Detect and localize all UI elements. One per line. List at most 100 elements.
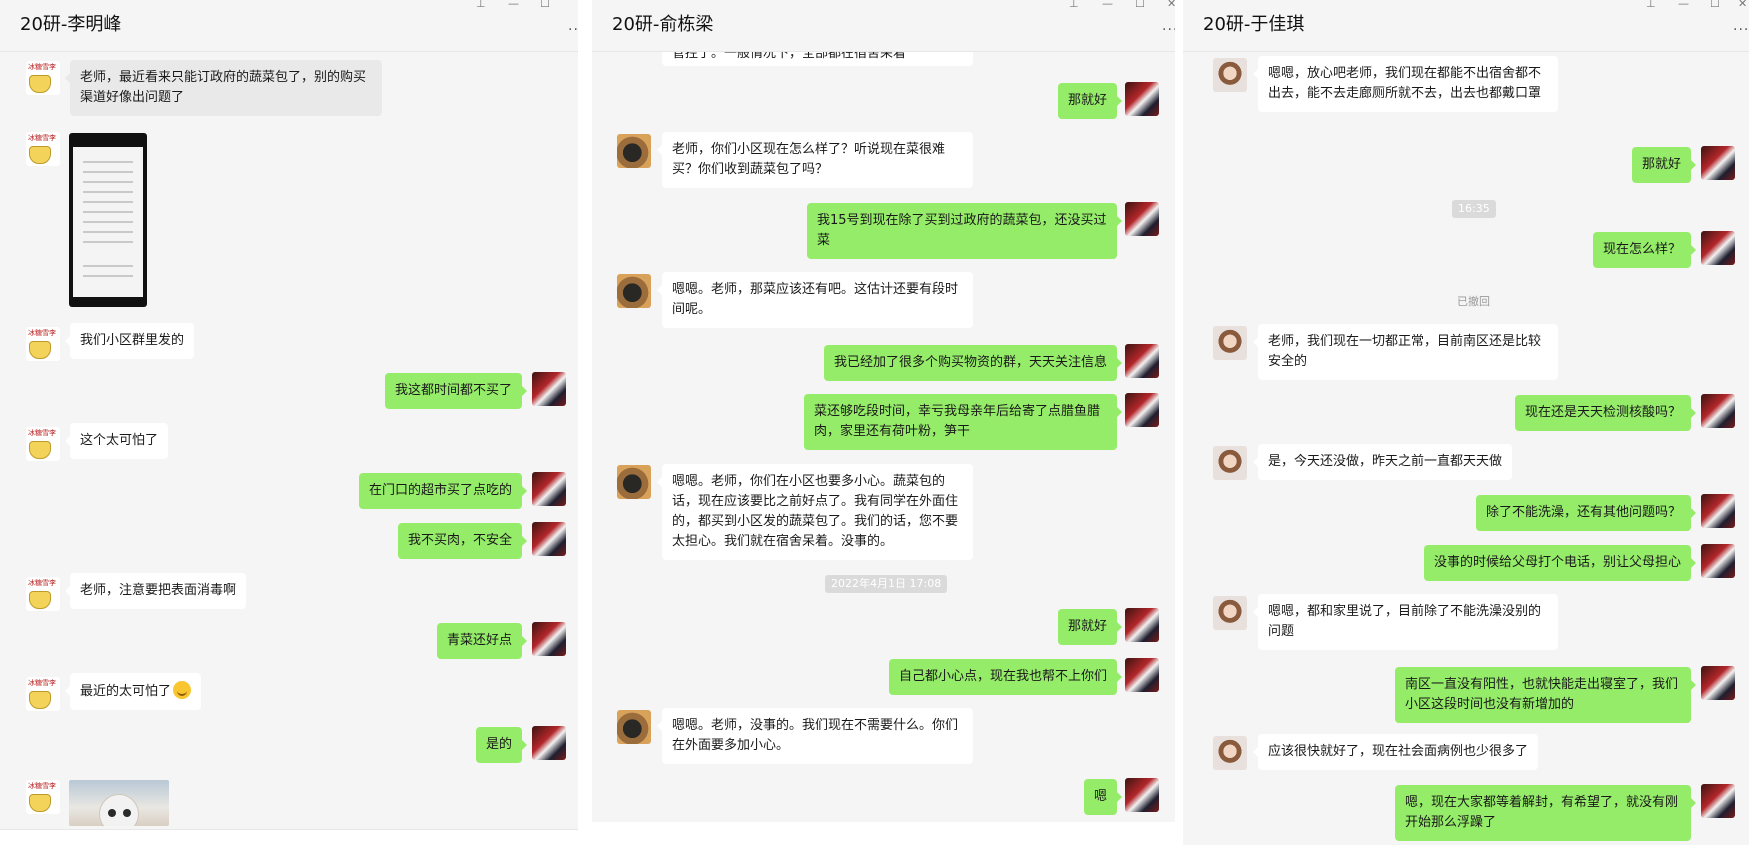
contact-avatar[interactable]: 冰糖雪李 xyxy=(26,61,60,95)
chat-title: 20研-俞栋梁 xyxy=(612,14,714,35)
my-avatar[interactable] xyxy=(1125,82,1159,116)
message-bubble-outgoing[interactable]: 除了不能洗澡，还有其他问题吗？ xyxy=(1475,495,1697,531)
message-bubble-incoming[interactable]: 老师，我们现在一切都正常，目前南区还是比较安全的 xyxy=(1253,324,1558,380)
message-bubble-outgoing[interactable]: 嗯 xyxy=(1083,779,1123,815)
more-icon[interactable]: ... xyxy=(1733,18,1749,34)
contact-avatar[interactable] xyxy=(1213,326,1247,360)
message-bubble-incoming[interactable]: 老师，注意要把表面消毒啊 xyxy=(64,573,247,609)
contact-avatar[interactable]: 冰糖雪李 xyxy=(26,780,60,814)
contact-avatar[interactable] xyxy=(1213,736,1247,770)
message-bubble-incoming[interactable]: 老师，最近看来只能订政府的蔬菜包了，别的购买渠道好像出问题了 xyxy=(65,60,382,116)
message-bubble-incoming[interactable]: 我们小区群里发的 xyxy=(64,323,195,359)
chat-title: 20研-李明峰 xyxy=(20,14,122,35)
timestamp: 2022年4月1日 17:08 xyxy=(825,575,948,593)
contact-avatar[interactable] xyxy=(617,274,651,308)
recalled-notice: 已撤回 xyxy=(1457,295,1490,308)
my-avatar[interactable] xyxy=(1701,494,1735,528)
message-bubble-outgoing[interactable]: 在门口的超市买了点吃的 xyxy=(358,473,528,509)
contact-avatar[interactable]: 冰糖雪李 xyxy=(26,677,60,711)
my-avatar[interactable] xyxy=(1701,394,1735,428)
pin-icon[interactable]: ⊥ xyxy=(476,0,486,10)
contact-avatar[interactable] xyxy=(617,710,651,744)
contact-avatar[interactable] xyxy=(1213,446,1247,480)
contact-avatar[interactable] xyxy=(617,134,651,168)
my-avatar[interactable] xyxy=(532,726,566,760)
message-bubble-incoming[interactable]: 应该很快就好了，现在社会面病例也少很多了 xyxy=(1252,734,1539,770)
pin-icon[interactable]: ⊥ xyxy=(1069,0,1079,10)
my-avatar[interactable] xyxy=(1701,231,1735,265)
my-avatar[interactable] xyxy=(1701,784,1735,818)
my-avatar[interactable] xyxy=(532,472,566,506)
message-text: 最近的太可怕了 xyxy=(80,684,172,699)
message-bubble-outgoing[interactable]: 我不买肉，不安全 xyxy=(397,523,528,559)
close-icon[interactable]: ✕ xyxy=(1738,0,1747,10)
chat-window-yudongliang: 20研-俞栋梁 ⊥ — ☐ ✕ ... 管控了。一般情况下，全部都在宿舍呆着 那… xyxy=(592,0,1175,822)
message-bubble-outgoing[interactable]: 自己都小心点，现在我也帮不上你们 xyxy=(888,659,1123,695)
close-icon[interactable]: ✕ xyxy=(1167,0,1175,10)
contact-avatar[interactable]: 冰糖雪李 xyxy=(26,577,60,611)
message-bubble-outgoing[interactable]: 那就好 xyxy=(1057,609,1123,645)
message-bubble-outgoing[interactable]: 青菜还好点 xyxy=(436,623,528,659)
message-bubble-outgoing[interactable]: 没事的时候给父母打个电话，别让父母担心 xyxy=(1423,545,1697,581)
chat-header: 20研-于佳琪 ⊥ — ☐ ✕ ... xyxy=(1183,0,1749,52)
message-bubble-incoming[interactable]: 嗯嗯，都和家里说了，目前除了不能洗澡没别的问题 xyxy=(1253,594,1558,650)
message-bubble-outgoing[interactable]: 嗯，现在大家都等着解封，有希望了，就没有刚开始那么浮躁了 xyxy=(1395,785,1696,841)
my-avatar[interactable] xyxy=(1701,544,1735,578)
message-bubble-incoming[interactable]: 嗯嗯，放心吧老师，我们现在都能不出宿舍都不出去，能不去走廊厕所就不去，出去也都戴… xyxy=(1253,56,1558,112)
maximize-icon[interactable]: ☐ xyxy=(540,0,550,10)
my-avatar[interactable] xyxy=(532,622,566,656)
message-bubble-outgoing[interactable]: 是的 xyxy=(475,727,528,763)
message-bubble-outgoing[interactable]: 我这都时间都不买了 xyxy=(384,373,528,409)
cat-image[interactable] xyxy=(69,780,169,826)
message-bubble-outgoing[interactable]: 现在怎么样？ xyxy=(1592,232,1697,268)
minimize-icon[interactable]: — xyxy=(1678,0,1689,10)
message-bubble-outgoing[interactable]: 菜还够吃段时间，幸亏我母亲年后给寄了点腊鱼腊肉，家里还有荷叶粉，笋干 xyxy=(804,394,1122,450)
maximize-icon[interactable]: ☐ xyxy=(1135,0,1145,10)
timestamp: 16:35 xyxy=(1452,200,1496,218)
message-bubble-outgoing[interactable]: 那就好 xyxy=(1057,83,1123,119)
message-bubble-outgoing[interactable]: 那就好 xyxy=(1631,147,1697,183)
my-avatar[interactable] xyxy=(1125,202,1159,236)
my-avatar[interactable] xyxy=(1701,666,1735,700)
my-avatar[interactable] xyxy=(1701,146,1735,180)
message-bubble-outgoing[interactable]: 南区一直没有阳性，也就快能走出寝室了，我们小区这段时间也没有新增加的 xyxy=(1395,667,1696,723)
message-bubble-incoming[interactable]: 老师，你们小区现在怎么样了？听说现在菜很难买？你们收到蔬菜包了吗？ xyxy=(657,132,973,188)
my-avatar[interactable] xyxy=(1125,608,1159,642)
contact-avatar[interactable] xyxy=(1213,58,1247,92)
message-bubble-outgoing[interactable]: 我已经加了很多个购买物资的群，天天关注信息 xyxy=(823,345,1123,381)
my-avatar[interactable] xyxy=(1125,344,1159,378)
maximize-icon[interactable]: ☐ xyxy=(1710,0,1720,10)
my-avatar[interactable] xyxy=(532,372,566,406)
pin-icon[interactable]: ⊥ xyxy=(1646,0,1656,10)
my-avatar[interactable] xyxy=(1125,658,1159,692)
message-bubble-incoming[interactable]: 嗯嗯。老师，你们在小区也要多小心。蔬菜包的话，现在应该要比之前好点了。我有同学在… xyxy=(657,464,973,560)
my-avatar[interactable] xyxy=(1125,393,1159,427)
message-bubble-outgoing[interactable]: 现在还是天天检测核酸吗？ xyxy=(1514,395,1697,431)
chat-header: 20研-李明峰 ⊥ — ☐ ... xyxy=(0,0,578,52)
chat-window-yujiaqi: 20研-于佳琪 ⊥ — ☐ ✕ ... 嗯嗯，放心吧老师，我们现在都能不出宿舍都… xyxy=(1183,0,1749,845)
message-list[interactable]: 嗯嗯，放心吧老师，我们现在都能不出宿舍都不出去，能不去走廊厕所就不去，出去也都戴… xyxy=(1183,52,1749,845)
my-avatar[interactable] xyxy=(532,522,566,556)
message-bubble-incoming[interactable]: 嗯嗯。老师，那菜应该还有吧。这估计还要有段时间呢。 xyxy=(657,272,973,328)
message-list[interactable]: 管控了。一般情况下，全部都在宿舍呆着 那就好 老师，你们小区现在怎么样了？听说现… xyxy=(592,36,1175,822)
my-avatar[interactable] xyxy=(1125,778,1159,812)
contact-avatar[interactable]: 冰糖雪李 xyxy=(26,132,60,166)
minimize-icon[interactable]: — xyxy=(508,0,519,10)
message-list[interactable]: 冰糖雪李 老师，最近看来只能订政府的蔬菜包了，别的购买渠道好像出问题了 冰糖雪李… xyxy=(0,52,578,830)
message-bubble-incoming[interactable]: 嗯嗯。老师，没事的。我们现在不需要什么。你们在外面要多加小心。 xyxy=(657,708,973,764)
message-bubble-incoming[interactable]: 这个太可怕了 xyxy=(64,423,169,459)
message-bubble-incoming[interactable]: 是，今天还没做，昨天之前一直都天天做 xyxy=(1252,444,1513,480)
minimize-icon[interactable]: — xyxy=(1102,0,1113,10)
divider xyxy=(0,829,578,830)
contact-avatar[interactable] xyxy=(617,465,651,499)
more-icon[interactable]: ... xyxy=(1162,18,1175,34)
sweat-smile-emoji-icon xyxy=(173,681,192,699)
contact-avatar[interactable]: 冰糖雪李 xyxy=(26,327,60,361)
chat-window-limingfeng: 20研-李明峰 ⊥ — ☐ ... 冰糖雪李 老师，最近看来只能订政府的蔬菜包了… xyxy=(0,0,578,830)
message-bubble-incoming[interactable]: 最近的太可怕了 xyxy=(64,673,202,710)
more-icon[interactable]: ... xyxy=(568,18,578,34)
contact-avatar[interactable] xyxy=(1213,596,1247,630)
message-bubble-outgoing[interactable]: 我15号到现在除了买到过政府的蔬菜包，还没买过菜 xyxy=(807,203,1122,259)
screenshot-image[interactable] xyxy=(69,133,147,307)
contact-avatar[interactable]: 冰糖雪李 xyxy=(26,427,60,461)
